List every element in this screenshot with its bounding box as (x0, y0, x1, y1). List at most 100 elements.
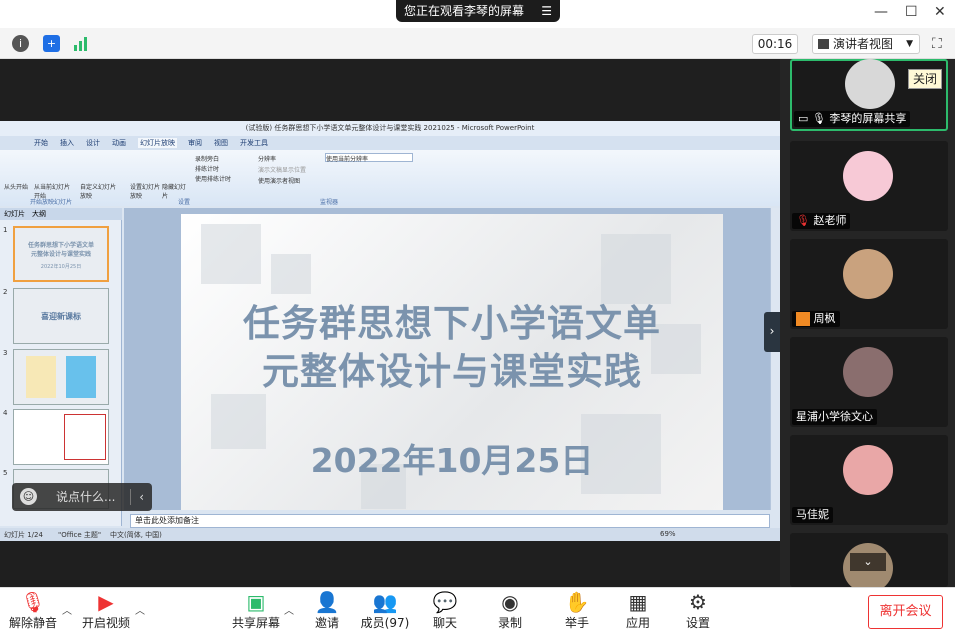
participant-name: ▭ 🎙 李琴的屏幕共享 (794, 111, 911, 127)
fullscreen-icon[interactable]: ⛶ (932, 36, 942, 52)
invite-button[interactable]: 👤 邀请 (297, 590, 357, 631)
participant-tile[interactable]: ⌄ (790, 533, 948, 593)
record-button[interactable]: ◉ 录制 (480, 590, 540, 631)
share-screen-button[interactable]: ▣ 共享屏幕 (226, 590, 286, 631)
slide-thumbnail[interactable] (13, 349, 109, 405)
participant-tile[interactable]: 周枫 (790, 239, 948, 329)
chevron-down-icon[interactable]: ⌄ (850, 553, 886, 571)
avatar (843, 151, 893, 201)
participant-tile[interactable]: 星浦小学徐文心 (790, 337, 948, 427)
ppt-tab[interactable]: 开始 (34, 138, 48, 148)
info-icon[interactable]: i (12, 35, 29, 52)
from-start-button[interactable]: 从头开始 (4, 182, 28, 191)
comment-box[interactable]: ☺ 说点什么... ‹ (12, 483, 152, 511)
mic-muted-icon: 🎙 (20, 590, 46, 614)
resolution-label: 分辨率 (258, 156, 277, 163)
document-image (64, 414, 106, 460)
slide-date: 2022年10月25日 (310, 441, 594, 480)
menu-lines-icon[interactable]: ☰ (541, 0, 552, 22)
chevron-up-icon[interactable]: ︿ (284, 602, 294, 617)
users-icon: 👥 (372, 590, 398, 614)
slide-thumbnail[interactable]: 喜迎新课标 (13, 288, 109, 344)
security-shield-icon[interactable]: + (43, 35, 60, 52)
hand-icon: ✋ (564, 590, 590, 614)
participant-name: 周枫 (792, 311, 840, 327)
chat-button[interactable]: 💬 聊天 (415, 590, 475, 631)
ppt-statusbar: 幻灯片 1/24 "Office 主题" 中文(简体, 中国) 69% (0, 528, 780, 541)
setup-show-button[interactable]: 设置幻灯片放映 (130, 182, 160, 200)
close-tooltip[interactable]: 关闭 (908, 69, 943, 89)
close-icon[interactable]: ✕ (934, 4, 946, 20)
thumb-title: 元整体设计与课堂实践 (30, 251, 91, 258)
notes-pane[interactable]: 单击此处添加备注 (130, 514, 770, 528)
chevron-right-icon[interactable]: › (764, 312, 780, 352)
ppt-tab[interactable]: 视图 (214, 138, 228, 148)
raise-hand-button[interactable]: ✋ 举手 (547, 590, 607, 631)
thumb-title: 任务群思想下小学语文单 (27, 242, 94, 249)
thumb-number: 5 (3, 469, 8, 477)
ppt-tab[interactable]: 设计 (86, 138, 100, 148)
participant-tile[interactable]: 🎙 赵老师 (790, 141, 948, 231)
current-slide[interactable]: 任务群思想下小学语文单 元整体设计与课堂实践 2022年10月25日 (181, 214, 723, 510)
chat-icon: 💬 (432, 590, 458, 614)
ppt-titlebar: (试验版) 任务群思想下小学语文单元整体设计与课堂实践 2021025 - Mi… (0, 121, 780, 136)
ppt-tab[interactable]: 幻灯片放映 (138, 138, 177, 148)
custom-show-button[interactable]: 自定义幻灯片放映 (80, 182, 120, 200)
apps-button[interactable]: ▦ 应用 (608, 590, 668, 631)
record-icon: ◉ (501, 590, 519, 614)
slide-thumbnail[interactable] (13, 409, 109, 465)
participant-name: 🎙 赵老师 (792, 213, 851, 229)
avatar (843, 347, 893, 397)
ppt-title: (试验版) 任务群思想下小学语文单元整体设计与课堂实践 2021025 - Mi… (245, 124, 535, 132)
ppt-ribbon-tabs: 开始 插入 设计 动画 幻灯片放映 审阅 视图 开发工具 (0, 136, 780, 150)
comment-placeholder: 说点什么... (56, 490, 116, 504)
participant-name: 马佳妮 (792, 507, 833, 523)
participant-list: 关闭 ▭ 🎙 李琴的屏幕共享 🎙 赵老师 周枫 星浦小学徐文心 马佳妮 ⌄ (780, 59, 955, 593)
viewing-banner[interactable]: 您正在观看李琴的屏幕 ☰ (396, 0, 560, 22)
meeting-controls: 🎙 解除静音 ︿ ▶ 开启视频 ︿ ▣ 共享屏幕 ︿ 👤 邀请 👥 成员(97)… (0, 587, 955, 637)
slide-title-line: 任务群思想下小学语文单 (243, 302, 661, 345)
screen-share-icon: ▭ 🎙 (798, 112, 830, 125)
thumb-number: 1 (3, 226, 8, 234)
record-narration-button[interactable]: 录制旁白 (195, 154, 219, 163)
ppt-tab[interactable]: 审阅 (188, 138, 202, 148)
rehearse-button[interactable]: 排练计时 (195, 164, 219, 173)
slide-editor: 任务群思想下小学语文单 元整体设计与课堂实践 2022年10月25日 (124, 208, 770, 510)
chevron-up-icon[interactable]: ︿ (135, 602, 145, 617)
unmute-button[interactable]: 🎙 解除静音 (3, 590, 63, 631)
ppt-tab[interactable]: 开发工具 (240, 138, 268, 148)
use-timings-check[interactable]: 使用排练计时 (195, 174, 231, 183)
presenter-view-check[interactable]: 使用演示者视图 (258, 176, 300, 185)
participant-tile[interactable]: 关闭 ▭ 🎙 李琴的屏幕共享 (790, 59, 948, 131)
slide-thumbnail[interactable]: 任务群思想下小学语文单 元整体设计与课堂实践 2022年10月25日 (13, 226, 109, 282)
thumb-date: 2022年10月25日 (40, 264, 82, 270)
window-titlebar: 您正在观看李琴的屏幕 ☰ — ☐ ✕ (0, 0, 955, 28)
resolution-select[interactable]: 使用当前分辨率 (325, 153, 413, 163)
signal-icon[interactable] (73, 35, 90, 52)
chevron-left-icon[interactable]: ‹ (139, 483, 144, 511)
zoom-level: 69% (660, 530, 676, 538)
tab-outline[interactable]: 大纲 (32, 209, 46, 219)
leave-meeting-button[interactable]: 离开会议 (868, 595, 943, 629)
user-icon (796, 312, 810, 326)
view-mode-button[interactable]: 演讲者视图 ▼ (812, 34, 920, 54)
minimize-icon[interactable]: — (874, 4, 888, 20)
ribbon-group-label: 设置 (178, 199, 191, 206)
ppt-tab[interactable]: 动画 (112, 138, 126, 148)
chevron-up-icon[interactable]: ︿ (62, 602, 72, 617)
ribbon-group-label: 开始放映幻灯片 (30, 199, 73, 206)
ppt-tab[interactable]: 插入 (60, 138, 74, 148)
tab-slides[interactable]: 幻灯片 (4, 209, 25, 219)
thumb-title: 喜迎新课标 (41, 312, 81, 321)
gear-icon: ⚙ (689, 590, 707, 614)
thumb-number: 3 (3, 349, 8, 357)
participant-tile[interactable]: 马佳妮 (790, 435, 948, 525)
members-button[interactable]: 👥 成员(97) (355, 590, 415, 631)
maximize-icon[interactable]: ☐ (905, 4, 918, 20)
slide-scrollbar[interactable] (770, 208, 780, 510)
settings-button[interactable]: ⚙ 设置 (668, 590, 728, 631)
start-video-button[interactable]: ▶ 开启视频 (76, 590, 136, 631)
mic-muted-icon: 🎙 (796, 214, 810, 227)
emoji-icon[interactable]: ☺ (20, 488, 37, 505)
apps-grid-icon: ▦ (628, 590, 648, 614)
